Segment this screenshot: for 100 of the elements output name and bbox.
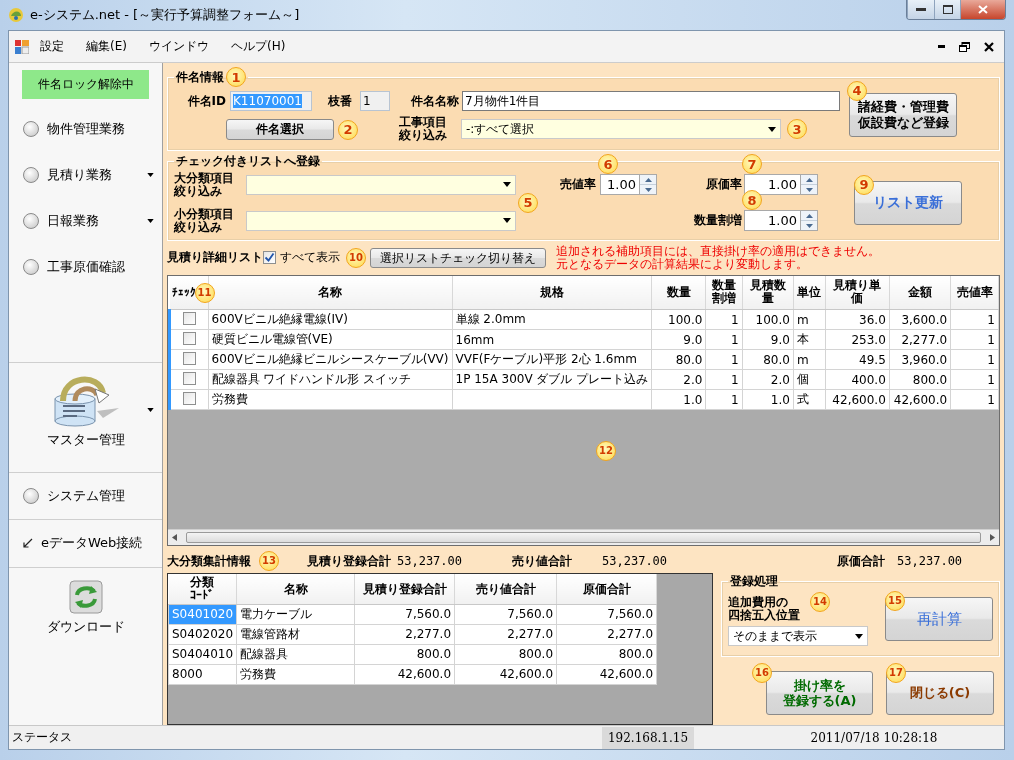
radio-icon: [23, 167, 39, 183]
maximize-icon: [942, 5, 953, 14]
section-title: 大分類集計情報: [167, 554, 252, 568]
caret-icon: [147, 408, 154, 412]
sidebar-item[interactable]: ダウンロード: [9, 580, 162, 636]
column-header: 分類ｺｰﾄﾞ: [189, 576, 216, 602]
column-header: ﾁｪｯｸ: [171, 285, 196, 299]
total-label: 原価合計: [837, 554, 887, 568]
callout-number: 12: [596, 440, 616, 461]
row-checkbox[interactable]: [182, 371, 196, 385]
scroll-left-icon[interactable]: [172, 534, 177, 542]
refresh-icon: [68, 580, 103, 614]
callout-number: 1: [226, 67, 246, 87]
project-name-field[interactable]: 7月物件1件目: [462, 91, 840, 111]
maximize-button[interactable]: [934, 0, 960, 19]
column-header: 見積り単価: [832, 279, 882, 306]
section-title: 見積り詳細リスト: [167, 251, 263, 265]
menu-item[interactable]: 編集(E): [75, 34, 138, 59]
callout-number: 7: [742, 154, 762, 175]
menu-item[interactable]: 設定: [29, 34, 75, 59]
close-icon: [978, 5, 988, 14]
row-checkbox[interactable]: [182, 351, 196, 365]
caret-icon: [147, 219, 154, 223]
row-checkbox[interactable]: [182, 331, 196, 345]
scroll-right-icon[interactable]: [990, 534, 995, 542]
lock-status-badge: 件名ロック解除中: [22, 70, 149, 99]
toggle-check-button[interactable]: 選択リストチェック切り替え: [370, 247, 546, 268]
app-logo-icon: [8, 7, 24, 23]
table-cell[interactable]: S0404010: [168, 644, 237, 665]
field-label: 四捨五入位置: [728, 609, 800, 623]
column-header: 見積数量: [749, 279, 787, 306]
select-project-button[interactable]: 件名選択: [226, 118, 334, 140]
group-title: 件名情報: [176, 68, 224, 86]
total-label: 売り値合計: [512, 554, 574, 568]
checkbox-label: すべて表示: [280, 249, 340, 267]
restore-icon[interactable]: [959, 41, 970, 52]
notice-text: 追加される補助項目には、直接掛け率の適用はできません。: [556, 244, 880, 258]
column-header: 名称: [282, 582, 309, 596]
field-label: 大分類項目: [174, 171, 234, 185]
spin-buttons[interactable]: [801, 174, 818, 196]
close-button[interactable]: [960, 0, 1005, 19]
field-label: 売値率: [559, 178, 596, 192]
callout-number: 10: [346, 247, 366, 268]
sidebar-link[interactable]: eデータWeb接続: [9, 520, 162, 566]
row-checkbox[interactable]: [182, 311, 196, 325]
menu-item[interactable]: ウインドウ: [137, 34, 220, 59]
row-checkbox[interactable]: [182, 391, 196, 405]
callout-number: 14: [810, 592, 830, 613]
field-label: 件名名称: [410, 94, 459, 108]
callout-number: 9: [854, 174, 874, 195]
radio-icon: [23, 213, 39, 229]
horizontal-scrollbar[interactable]: [168, 529, 999, 546]
minimize-button[interactable]: [907, 0, 934, 19]
status-text: ステータス: [12, 730, 72, 744]
callout-number: 4: [847, 80, 867, 101]
caret-icon: [503, 218, 511, 224]
total-value: 53,237.00: [897, 554, 963, 569]
radio-icon: [23, 121, 39, 137]
rate-field[interactable]: 1.00: [744, 210, 801, 232]
column-header: 名称: [317, 285, 344, 299]
column-header: 数量: [665, 285, 692, 299]
callout-number: 5: [518, 192, 538, 213]
radio-icon: [23, 488, 39, 504]
callout-number: 15: [885, 591, 905, 612]
column-header: 原価合計: [581, 582, 632, 596]
caret-icon: [147, 173, 154, 177]
field-label: 絞り込み: [174, 184, 222, 198]
callout-number: 11: [194, 282, 215, 303]
rate-field[interactable]: 1.00: [744, 174, 801, 196]
minimize-icon: [916, 7, 926, 12]
rounding-combo[interactable]: そのままで表示: [728, 626, 868, 647]
field-label: 小分類項目: [174, 207, 234, 221]
sidebar-item[interactable]: 物件管理業務: [9, 106, 162, 152]
work-item-filter-combo[interactable]: -:すべて選択: [461, 119, 781, 139]
column-header: 数量割増: [711, 279, 737, 306]
branch-field[interactable]: 1: [360, 91, 390, 111]
sidebar-item[interactable]: 工事原価確認: [9, 244, 162, 290]
callout-number: 6: [598, 154, 618, 175]
table-cell[interactable]: 8000: [168, 664, 237, 685]
rate-field[interactable]: 1.00: [600, 174, 640, 196]
close-icon[interactable]: [984, 41, 994, 52]
callout-number: 2: [338, 119, 358, 140]
column-header: 規格: [538, 285, 565, 299]
spin-buttons[interactable]: [640, 174, 657, 196]
radio-icon: [23, 259, 39, 275]
callout-number: 3: [787, 119, 807, 139]
total-value: 53,237.00: [602, 554, 668, 569]
ip-address: 192.168.1.15: [602, 726, 694, 749]
sidebar-item[interactable]: 見積り業務: [9, 152, 162, 198]
checkbox[interactable]: [263, 251, 276, 265]
column-header: 売り値合計: [474, 582, 537, 596]
spin-buttons[interactable]: [801, 210, 818, 232]
sidebar-item[interactable]: 日報業務: [9, 198, 162, 244]
column-header: 見積り登録合計: [361, 582, 448, 596]
menu-item[interactable]: ヘルプ(H): [219, 34, 297, 59]
sidebar-item[interactable]: マスター管理: [9, 371, 162, 449]
sidebar-item[interactable]: システム管理: [9, 473, 162, 519]
callout-number: 8: [742, 190, 762, 211]
field-label: 数量割増: [693, 214, 742, 228]
table-cell[interactable]: S0402020: [168, 624, 237, 645]
